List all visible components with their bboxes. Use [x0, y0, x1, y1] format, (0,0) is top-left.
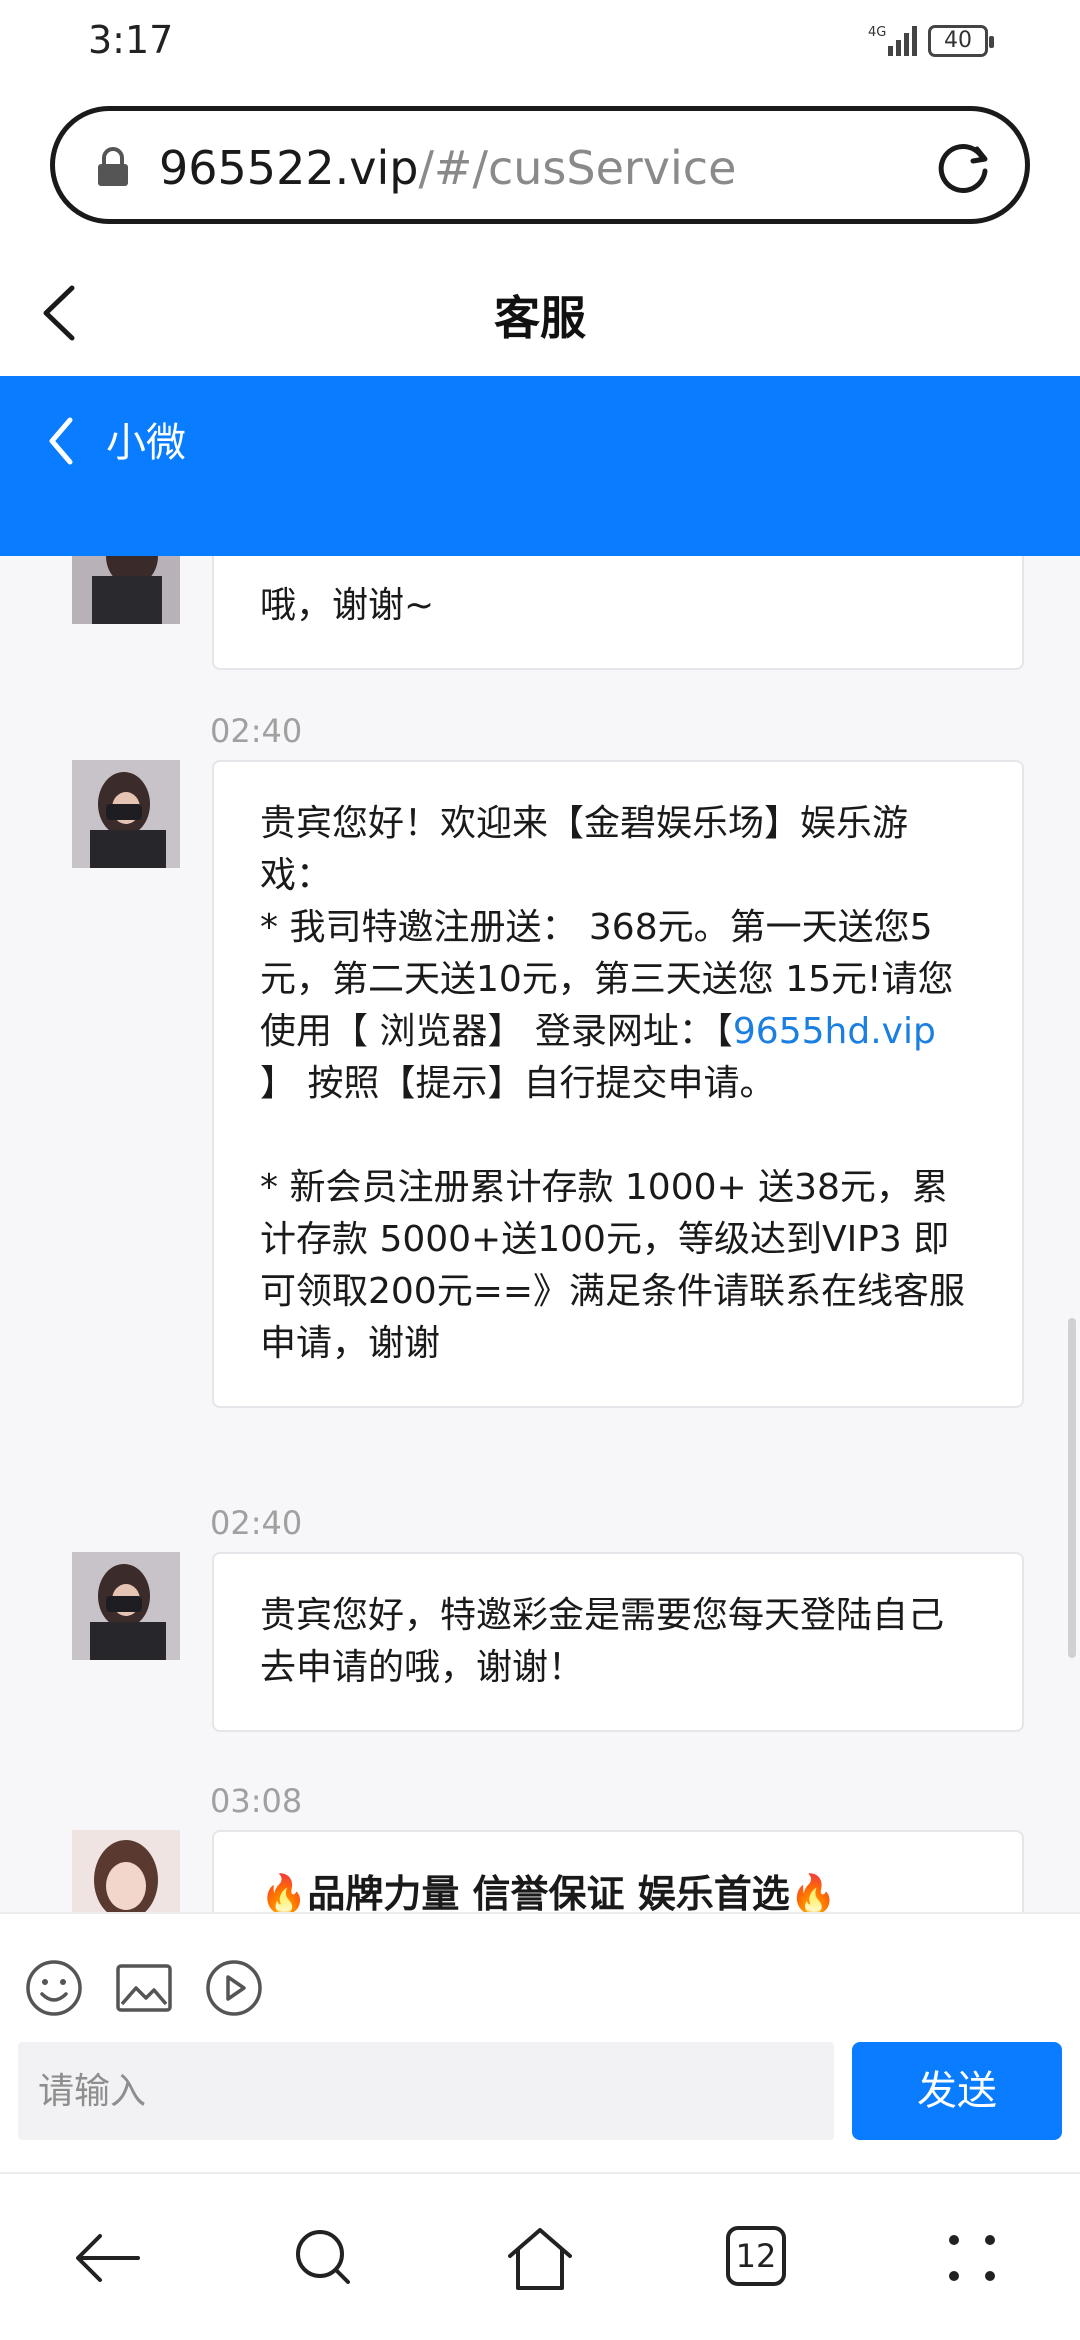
agent-avatar — [72, 556, 180, 624]
avatar-image — [72, 1830, 180, 1912]
message-bubble: 哦，谢谢~ — [212, 556, 1024, 670]
image-icon[interactable] — [114, 1958, 174, 2018]
message-paragraph: 贵宾您好！欢迎来【金碧娱乐场】娱乐游戏： — [260, 803, 909, 896]
message-text: 贵宾您好，特邀彩金是需要您每天登陆自己去申请的哦，谢谢！ — [260, 1595, 945, 1688]
promo-headline: 🔥品牌力量 信誉保证 娱乐首选🔥 — [260, 1868, 976, 1912]
fire-icon: 🔥 — [789, 1872, 838, 1912]
message-text: 哦，谢谢~ — [260, 585, 435, 626]
network-label: 4G — [868, 25, 886, 40]
page-title: 客服 — [494, 291, 586, 345]
reload-icon[interactable] — [931, 135, 995, 199]
chat-scrollbar[interactable] — [1068, 1318, 1076, 1658]
fire-icon: 🔥 — [260, 1872, 308, 1912]
status-time: 3:17 — [88, 18, 174, 62]
tabs-count: 12 — [726, 2226, 786, 2286]
message-time: 02:40 — [210, 1504, 303, 1542]
agent-avatar — [72, 1552, 180, 1660]
chat-contact-name: 小微 — [106, 420, 186, 466]
status-bar: 3:17 4G 40 — [0, 0, 1080, 90]
avatar-image — [72, 760, 180, 868]
message-input[interactable] — [18, 2042, 834, 2140]
agent-avatar — [72, 1830, 180, 1912]
lock-icon — [98, 147, 128, 186]
emoji-icon[interactable] — [24, 1958, 84, 2018]
agent-avatar — [72, 760, 180, 868]
message-bubble: 贵宾您好！欢迎来【金碧娱乐场】娱乐游戏： * 我司特邀注册送： 368元。第一天… — [212, 760, 1024, 1408]
chat-header: 小微 — [0, 376, 1080, 556]
message-bubble: 贵宾您好，特邀彩金是需要您每天登陆自己去申请的哦，谢谢！ — [212, 1552, 1024, 1732]
nav-back-icon[interactable] — [68, 2218, 148, 2298]
avatar-image — [72, 556, 180, 624]
url-path: /#/cusService — [418, 141, 737, 195]
nav-home-icon[interactable] — [500, 2218, 580, 2298]
video-icon[interactable] — [204, 1958, 264, 2018]
message-composer: 发送 — [0, 1912, 1080, 2172]
url-host: 965522.vip — [159, 141, 419, 195]
message-time: 02:40 — [210, 712, 303, 750]
promo-link[interactable]: 9655hd.vip — [733, 1011, 936, 1052]
message-bubble: 🔥品牌力量 信誉保证 娱乐首选🔥 — [212, 1830, 1024, 1912]
message-paragraph: * 新会员注册累计存款 1000+ 送38元，累计存款 5000+送100元，等… — [260, 1167, 966, 1364]
nav-search-icon[interactable] — [284, 2218, 364, 2298]
address-bar[interactable]: 965522.vip/#/cusService — [50, 106, 1030, 224]
page-header: 客服 — [0, 252, 1080, 372]
battery-icon: 40 — [928, 25, 994, 57]
chat-back-icon[interactable] — [44, 412, 80, 470]
promo-text: 品牌力量 信誉保证 娱乐首选 — [307, 1872, 790, 1912]
nav-tabs-button[interactable]: 12 — [718, 2218, 798, 2298]
send-button[interactable]: 发送 — [852, 2042, 1062, 2140]
bracket-open: 【 — [714, 1011, 733, 1052]
message-time: 03:08 — [210, 1782, 303, 1820]
message-paragraph: * 我司特邀注册送： 368元。第一天送您5元，第二天送10元，第三天送您 15… — [260, 902, 976, 1110]
url-text[interactable]: 965522.vip/#/cusService — [159, 141, 736, 195]
nav-menu-icon[interactable] — [932, 2218, 1012, 2298]
avatar-image — [72, 1552, 180, 1660]
browser-nav-bar: 12 — [0, 2172, 1080, 2340]
signal-icon: 4G — [868, 25, 917, 56]
chat-messages[interactable]: 哦，谢谢~ 02:40 贵宾您好！欢迎来【金碧娱乐场】娱乐游戏： * 我司特邀注… — [0, 556, 1080, 1912]
